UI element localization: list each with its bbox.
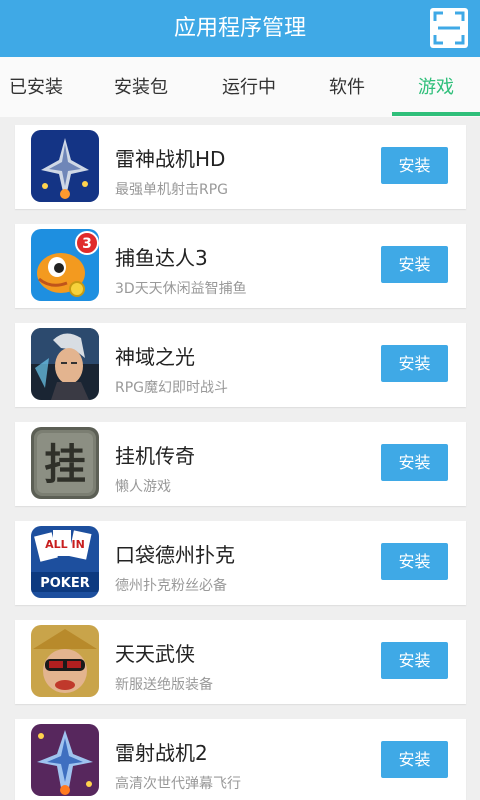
- scan-frame-icon: [433, 11, 465, 45]
- cartoon-fish-icon: 3: [31, 229, 99, 301]
- list-item: 挂 挂机传奇 懒人游戏 安装: [15, 422, 466, 506]
- app-header: 应用程序管理: [0, 0, 480, 57]
- list-item: 雷射战机2 高清次世代弹幕飞行 安装: [15, 719, 466, 800]
- list-item: 3 捕鱼达人3 3D天天休闲益智捕鱼 安装: [15, 224, 466, 308]
- tab-installed[interactable]: 已安装: [0, 57, 72, 117]
- stone-glyph-icon: 挂: [31, 427, 99, 499]
- app-name: 神域之光: [115, 345, 195, 369]
- laser-jet-icon: [31, 724, 99, 796]
- app-name: 口袋德州扑克: [115, 543, 235, 567]
- app-description: RPG魔幻即时战斗: [115, 380, 229, 396]
- app-description: 懒人游戏: [115, 479, 171, 495]
- app-description: 高清次世代弹幕飞行: [115, 776, 241, 792]
- icon-glyph: ALL IN: [45, 538, 85, 551]
- app-description: 德州扑克粉丝必备: [115, 578, 227, 594]
- app-list: 雷神战机HD 最强单机射击RPG 安装 3 捕鱼达人3 3D天天休闲益智捕鱼 安…: [0, 117, 480, 800]
- tab-bar: 已安装 安装包 运行中 软件 游戏: [0, 57, 480, 117]
- list-item: 雷神战机HD 最强单机射击RPG 安装: [15, 125, 466, 209]
- tab-running[interactable]: 运行中: [208, 57, 290, 117]
- tab-games[interactable]: 游戏: [392, 57, 480, 117]
- scan-button[interactable]: [430, 8, 468, 48]
- app-name: 捕鱼达人3: [115, 246, 208, 270]
- active-tab-indicator: [392, 112, 480, 116]
- warrior-portrait-icon: [31, 328, 99, 400]
- list-item: 天天武侠 新服送绝版装备 安装: [15, 620, 466, 704]
- list-item: ALL IN POKER 口袋德州扑克 德州扑克粉丝必备 安装: [15, 521, 466, 605]
- list-item: 神域之光 RPG魔幻即时战斗 安装: [15, 323, 466, 407]
- icon-glyph: 挂: [44, 440, 86, 489]
- app-description: 最强单机射击RPG: [115, 182, 229, 198]
- install-button[interactable]: 安装: [381, 345, 448, 382]
- install-button[interactable]: 安装: [381, 444, 448, 481]
- icon-caption: POKER: [40, 576, 90, 591]
- app-name: 天天武侠: [115, 642, 195, 666]
- app-description: 新服送绝版装备: [115, 677, 213, 693]
- install-button[interactable]: 安装: [381, 543, 448, 580]
- app-name: 挂机传奇: [115, 444, 195, 468]
- app-name: 雷神战机HD: [115, 147, 226, 171]
- install-button[interactable]: 安装: [381, 147, 448, 184]
- tab-software[interactable]: 软件: [306, 57, 388, 117]
- page-title: 应用程序管理: [173, 16, 306, 41]
- poker-cards-icon: ALL IN POKER: [31, 526, 99, 598]
- app-name: 雷射战机2: [115, 741, 208, 765]
- install-button[interactable]: 安装: [381, 741, 448, 778]
- app-description: 3D天天休闲益智捕鱼: [115, 281, 247, 297]
- install-button[interactable]: 安装: [381, 642, 448, 679]
- icon-badge: 3: [82, 236, 92, 252]
- space-fighter-icon: [31, 130, 99, 202]
- tab-packages[interactable]: 安装包: [100, 57, 182, 117]
- install-button[interactable]: 安装: [381, 246, 448, 283]
- hero-cartoon-icon: [31, 625, 99, 697]
